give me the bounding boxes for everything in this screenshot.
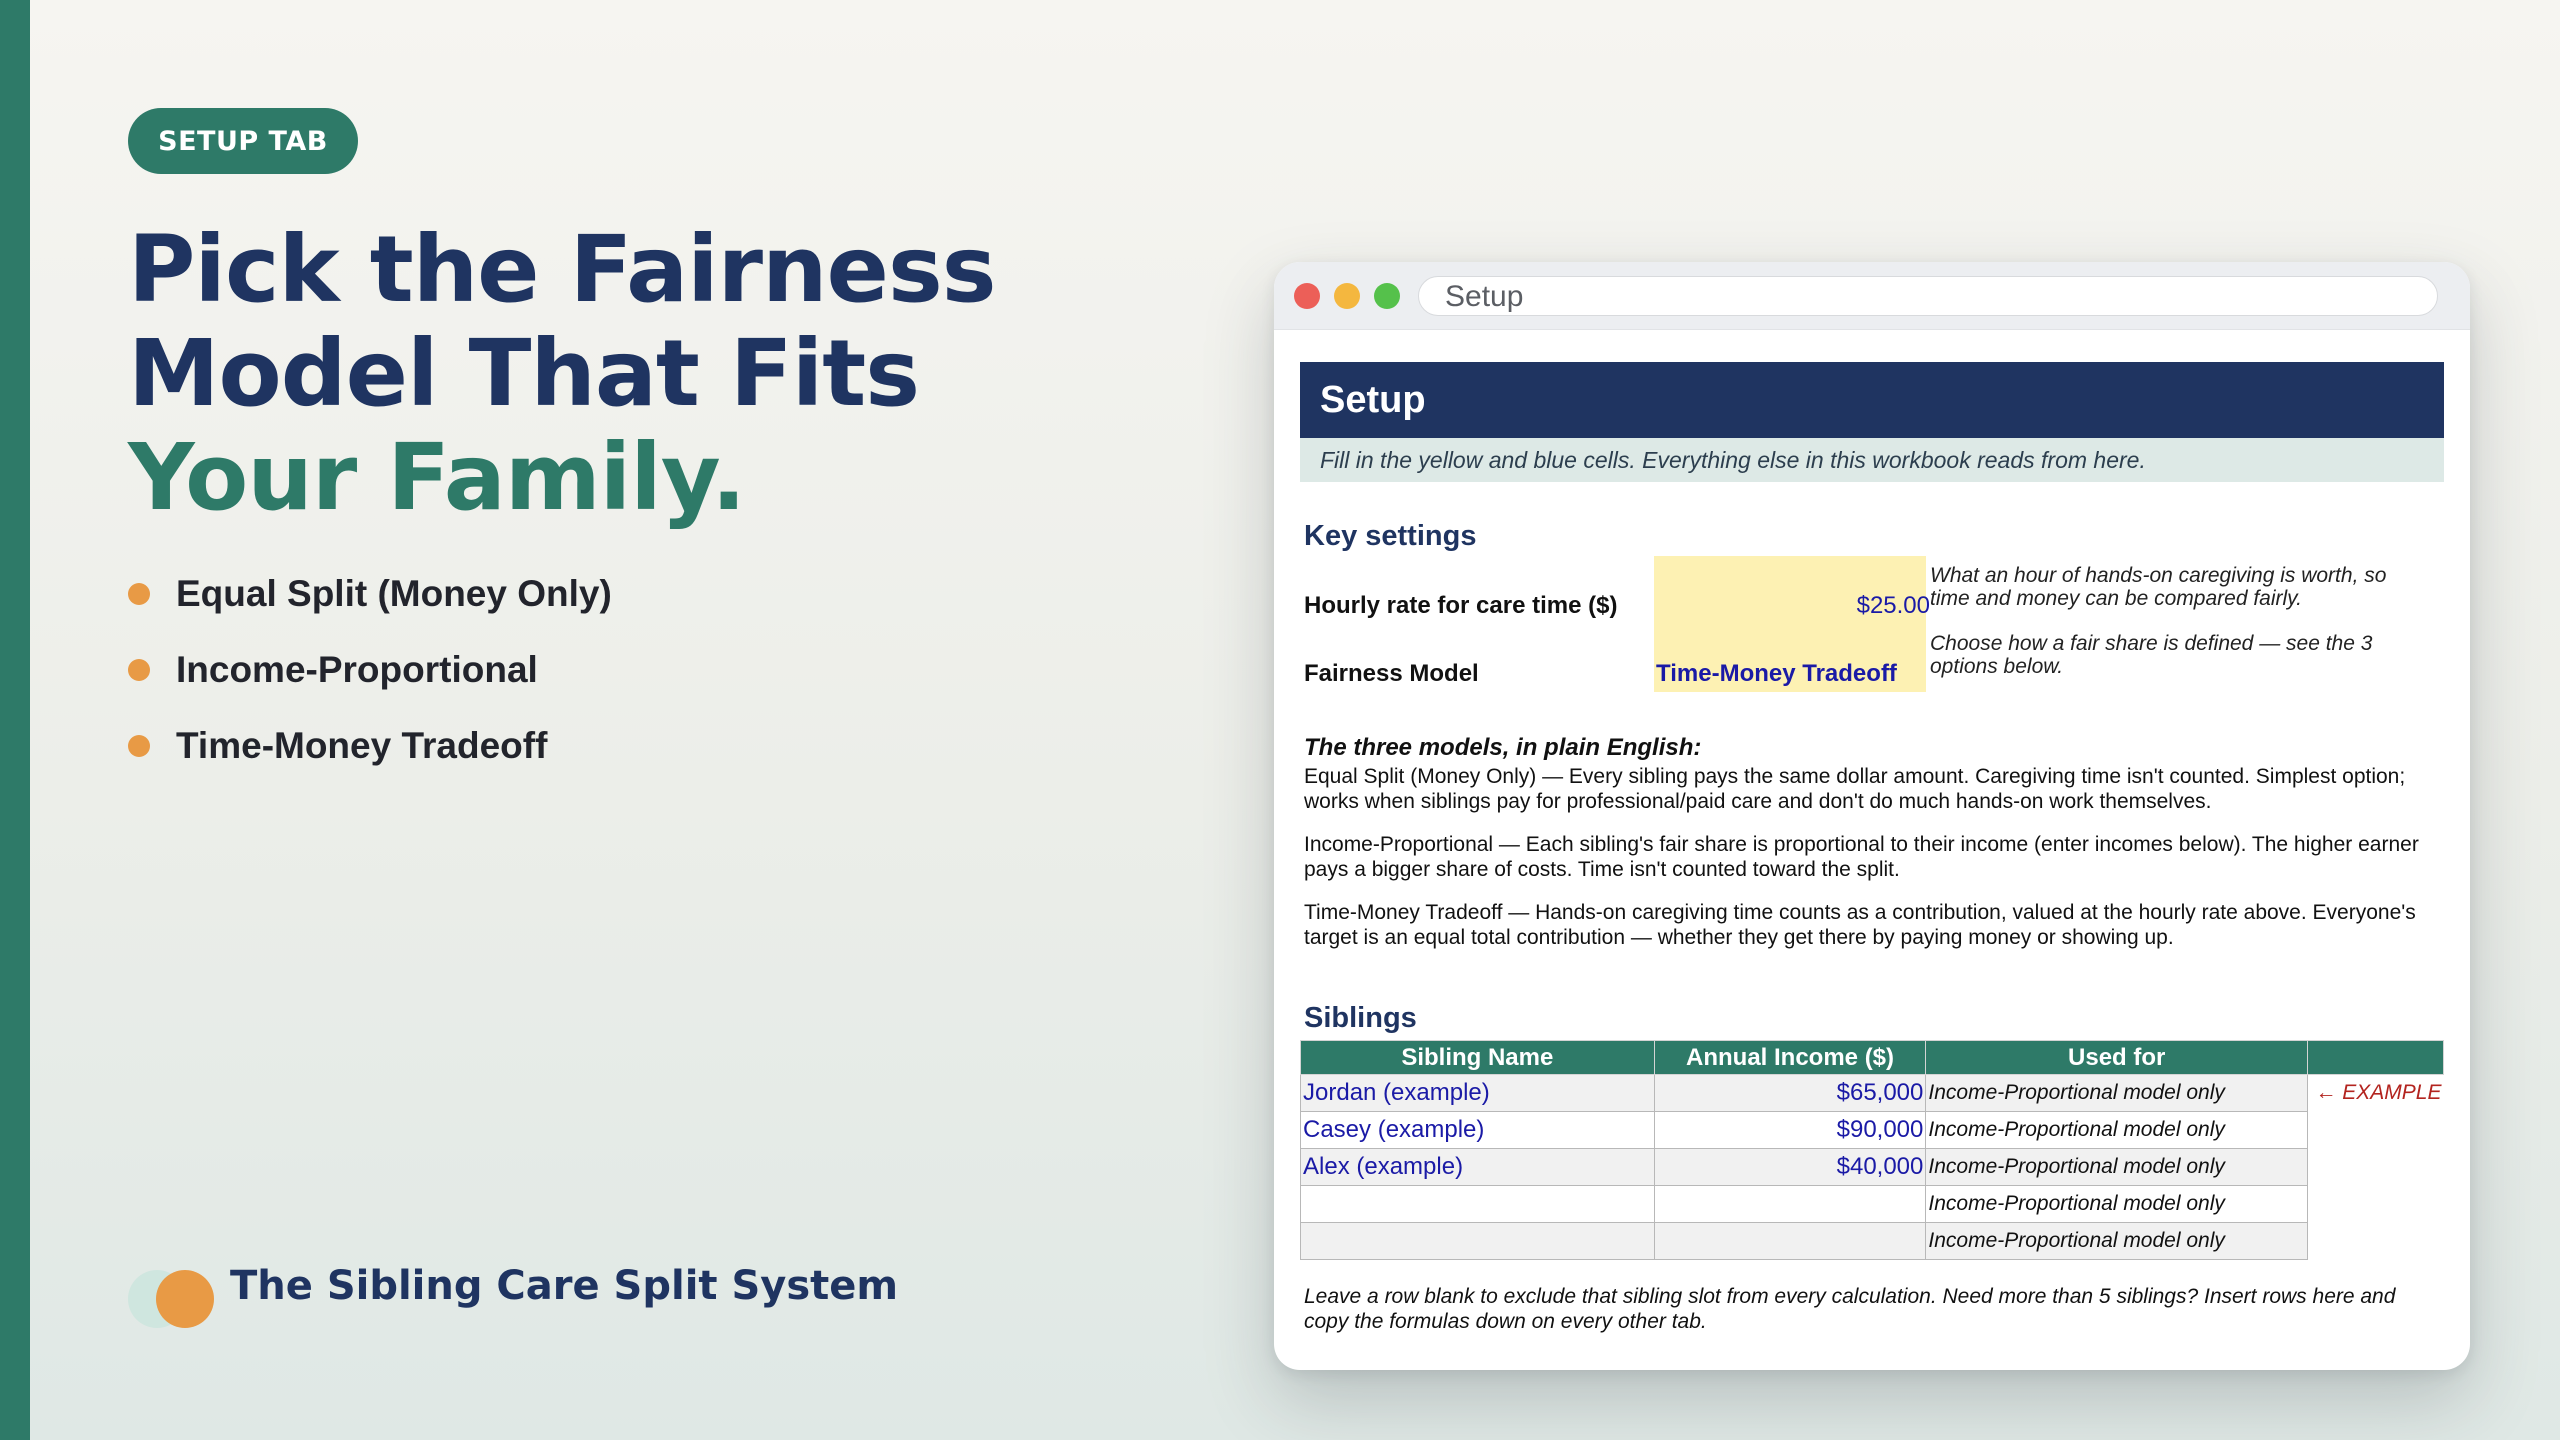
sibling-income-cell[interactable] [1653,1222,1927,1260]
spreadsheet-window: Setup Setup Fill in the yellow and blue … [1274,262,2470,1370]
used-for-cell: Income-Proportional model only [1925,1185,2309,1223]
bullet-item: Income-Proportional [128,632,612,708]
bullet-label: Income-Proportional [176,649,538,690]
row-flag [2308,1186,2444,1223]
bullet-label: Time-Money Tradeoff [176,725,548,766]
setup-tab-badge: SETUP TAB [128,108,358,174]
model-desc-income: Income-Proportional — Each sibling's fai… [1304,833,2419,881]
model-desc-tradeoff: Time-Money Tradeoff — Hands-on caregivin… [1304,901,2416,949]
sibling-name-cell[interactable] [1300,1185,1655,1223]
bullet-dot-icon [128,583,150,605]
sheet-title: Setup [1300,362,2444,438]
brand: The Sibling Care Split System [128,1263,898,1330]
sibling-name-cell[interactable] [1300,1222,1655,1260]
model-bullet-list: Equal Split (Money Only) Income-Proporti… [128,556,612,784]
used-for-cell: Income-Proportional model only [1925,1222,2309,1260]
window-titlebar: Setup [1274,262,2470,330]
close-window-icon[interactable] [1294,282,1320,309]
table-row: Income-Proportional model only [1300,1185,2444,1223]
table-row: Jordan (example) $65,000 Income-Proporti… [1300,1074,2444,1112]
maximize-window-icon[interactable] [1374,282,1400,309]
sibling-name-cell[interactable]: Casey (example) [1300,1111,1655,1149]
column-header-income: Annual Income ($) [1653,1040,1927,1075]
headline-line-1: Pick the Fairness [128,216,996,323]
bullet-dot-icon [128,735,150,757]
fairness-model-note: Choose how a fair share is defined — see… [1930,632,2373,678]
used-for-cell: Income-Proportional model only [1925,1074,2309,1112]
headline: Pick the Fairness Model That Fits Your F… [128,218,1128,530]
used-for-cell: Income-Proportional model only [1925,1148,2309,1186]
used-for-cell: Income-Proportional model only [1925,1111,2309,1149]
fairness-model-select[interactable]: Time-Money Tradeoff [1656,660,1897,688]
siblings-table: Sibling Name Annual Income ($) Used for … [1300,1040,2444,1260]
side-accent-stripe [0,0,30,1440]
bullet-item: Equal Split (Money Only) [128,556,612,632]
brand-name: The Sibling Care Split System [230,1263,899,1309]
table-row: Income-Proportional model only [1300,1222,2444,1260]
sibling-income-cell[interactable] [1653,1185,1927,1223]
column-header-blank [2307,1040,2444,1075]
table-header-row: Sibling Name Annual Income ($) Used for [1300,1040,2444,1075]
column-header-name: Sibling Name [1300,1040,1655,1075]
bullet-item: Time-Money Tradeoff [128,708,612,784]
fairness-model-label: Fairness Model [1304,660,1479,687]
bullet-label: Equal Split (Money Only) [176,573,612,614]
siblings-heading: Siblings [1304,1002,1417,1034]
hourly-rate-label: Hourly rate for care time ($) [1304,592,1618,619]
siblings-footnote: Leave a row blank to exclude that siblin… [1304,1285,2396,1333]
headline-accent: Your Family. [128,424,746,531]
row-flag [2308,1149,2444,1186]
address-bar[interactable]: Setup [1418,275,2438,316]
sibling-income-cell[interactable]: $90,000 [1653,1111,1927,1149]
headline-line-2: Model That Fits [128,320,920,427]
column-header-used-for: Used for [1925,1040,2309,1075]
setup-sheet: Setup Fill in the yellow and blue cells.… [1300,362,2444,1333]
sheet-subtitle: Fill in the yellow and blue cells. Every… [1300,438,2444,482]
models-heading: The three models, in plain English: [1304,734,1702,761]
sibling-name-cell[interactable]: Alex (example) [1300,1148,1655,1186]
minimize-window-icon[interactable] [1334,282,1360,309]
sibling-income-cell[interactable]: $65,000 [1653,1074,1927,1112]
sibling-name-cell[interactable]: Jordan (example) [1300,1074,1655,1112]
brand-logo-icon [128,1268,218,1330]
hourly-rate-input[interactable]: $25.00 [1857,592,1930,620]
key-settings-heading: Key settings [1304,520,1477,552]
row-flag [2308,1223,2444,1260]
row-flag [2308,1112,2444,1149]
example-flag: ← EXAMPLE [2315,1081,2442,1105]
bullet-dot-icon [128,659,150,681]
sibling-income-cell[interactable]: $40,000 [1653,1148,1927,1186]
table-row: Alex (example) $40,000 Income-Proportion… [1300,1148,2444,1186]
table-row: Casey (example) $90,000 Income-Proportio… [1300,1111,2444,1149]
model-desc-equal: Equal Split (Money Only) — Every sibling… [1304,765,2406,813]
hourly-rate-note: What an hour of hands-on caregiving is w… [1930,564,2387,610]
